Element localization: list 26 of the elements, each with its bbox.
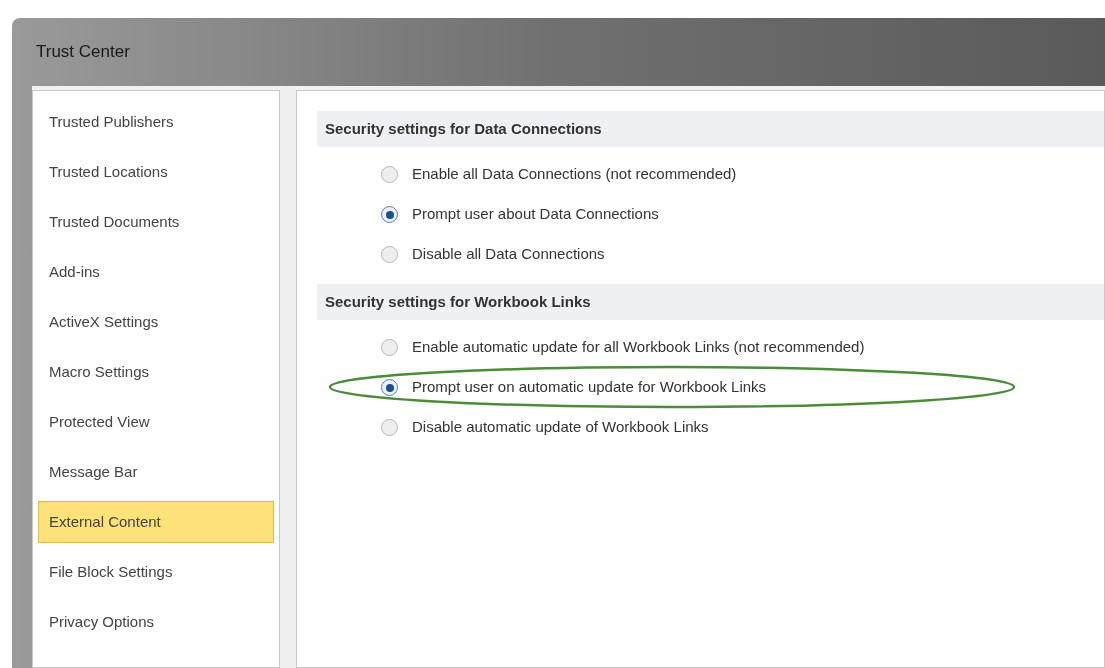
radio-button[interactable] [381,339,398,356]
sidebar-item[interactable]: Trusted Documents [38,201,274,243]
section-header: Security settings for Data Connections [317,111,1104,147]
sidebar-item[interactable]: File Block Settings [38,551,274,593]
section-header: Security settings for Workbook Links [317,284,1104,320]
sidebar-item[interactable]: Trusted Locations [38,151,274,193]
radio-button[interactable] [381,379,398,396]
sidebar-item[interactable]: Message Bar [38,451,274,493]
window-title: Trust Center [36,41,130,64]
sidebar-item[interactable]: Add-ins [38,251,274,293]
radio-button[interactable] [381,246,398,263]
option-label: Disable all Data Connections [412,244,605,265]
sidebar-item[interactable]: Trusted Publishers [38,101,274,143]
option-label: Enable all Data Connections (not recommended) [412,164,737,185]
radio-button[interactable] [381,206,398,223]
option-label: Enable automatic update for all Workbook Links (not recommended) [412,337,865,358]
radio-button[interactable] [381,419,398,436]
sidebar-item[interactable]: External Content [38,501,274,543]
sidebar-item[interactable]: Macro Settings [38,351,274,393]
sidebar-item[interactable]: Protected View [38,401,274,443]
option-label: Disable automatic update of Workbook Links [412,417,709,438]
option-label: Prompt user about Data Connections [412,204,659,225]
radio-button[interactable] [381,166,398,183]
option-label: Prompt user on automatic update for Workbook Links [412,377,767,398]
sidebar-item[interactable]: Privacy Options [38,601,274,643]
sidebar-item[interactable]: ActiveX Settings [38,301,274,343]
